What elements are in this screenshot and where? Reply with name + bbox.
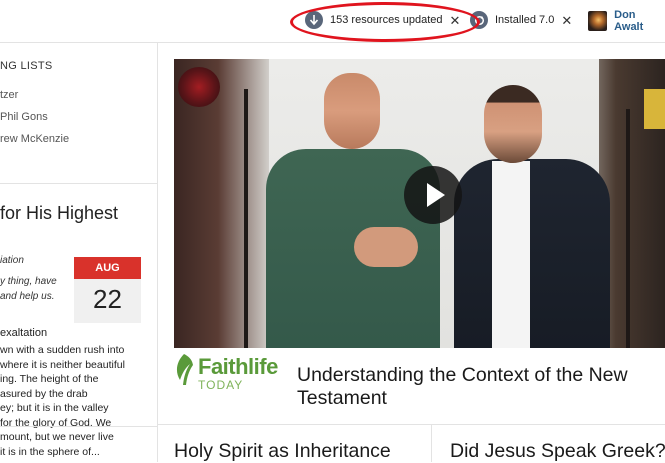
divider (0, 426, 157, 427)
reading-list-item[interactable]: tzer (0, 89, 18, 101)
reading-list-item[interactable]: rew McKenzie (0, 133, 69, 145)
play-button[interactable] (404, 166, 462, 224)
divider (431, 424, 432, 462)
faithlife-today-logo[interactable]: Faithlife TODAY (174, 352, 284, 394)
divider (0, 183, 157, 184)
top-bar: 153 resources updated ✕ Installed 7.0 ✕ … (0, 0, 665, 43)
devotional-heading: exaltation (0, 327, 48, 339)
date-badge: AUG 22 (74, 257, 141, 323)
devotional-title[interactable]: for His Highest (0, 203, 118, 224)
devotional-line: where it is neither beautiful (0, 358, 125, 371)
devotional-body: wn with a sudden rush into where it is n… (0, 343, 140, 459)
date-month: AUG (74, 257, 141, 279)
studio-light (644, 89, 665, 129)
devotional-line: mount, but we never live (0, 431, 114, 443)
resources-updated-notification[interactable]: 153 resources updated ✕ (305, 9, 460, 31)
close-icon[interactable]: ✕ (561, 14, 572, 27)
resources-updated-text: 153 resources updated (330, 14, 443, 26)
devotional-quote: y thing, have and help us. (0, 276, 57, 302)
divider (157, 424, 665, 425)
leaf-icon (176, 354, 193, 385)
reading-lists-heading: NG LISTS (0, 60, 53, 72)
video-player[interactable] (174, 59, 665, 348)
devotional-line: for the glory of God. We (0, 416, 112, 429)
installed-text: Installed 7.0 (495, 14, 555, 26)
presenter-right (454, 159, 610, 348)
reading-list-item[interactable]: Phil Gons (0, 111, 48, 123)
logo-subtitle: TODAY (198, 378, 244, 392)
date-day: 22 (93, 284, 122, 314)
download-arrow-icon (305, 11, 323, 29)
installed-notification[interactable]: Installed 7.0 ✕ (470, 9, 572, 31)
devotional-line: it is in the sphere of... (0, 445, 100, 458)
logo-wordmark: Faithlife (198, 354, 278, 379)
devotional-line: ey; but it is in the valley (0, 402, 109, 414)
avatar (588, 11, 608, 31)
devotional-line: asured by the drab (0, 387, 88, 400)
light-stand (626, 109, 630, 348)
presenter-right-head (484, 85, 542, 163)
close-icon[interactable]: ✕ (450, 14, 461, 27)
card-title-jesus-greek[interactable]: Did Jesus Speak Greek? (450, 440, 665, 463)
user-menu[interactable]: Don Awalt (588, 9, 665, 33)
studio-light (178, 67, 220, 107)
light-stand (244, 89, 248, 348)
devotional-line: ing. The height of the (0, 373, 99, 385)
card-title-holy-spirit[interactable]: Holy Spirit as Inheritance (174, 440, 391, 463)
presenter-left-hands (354, 227, 418, 267)
refresh-icon (470, 11, 488, 29)
presenter-left-head (324, 73, 380, 149)
devotional-line: wn with a sudden rush into (0, 344, 125, 356)
user-name: Don Awalt (614, 9, 644, 33)
video-title[interactable]: Understanding the Context of the New Tes… (297, 364, 657, 410)
devotional-subtitle: iation (0, 255, 24, 266)
left-column: NG LISTS tzer Phil Gons rew McKenzie for… (0, 43, 158, 462)
presenter-right-shirt (492, 161, 530, 348)
